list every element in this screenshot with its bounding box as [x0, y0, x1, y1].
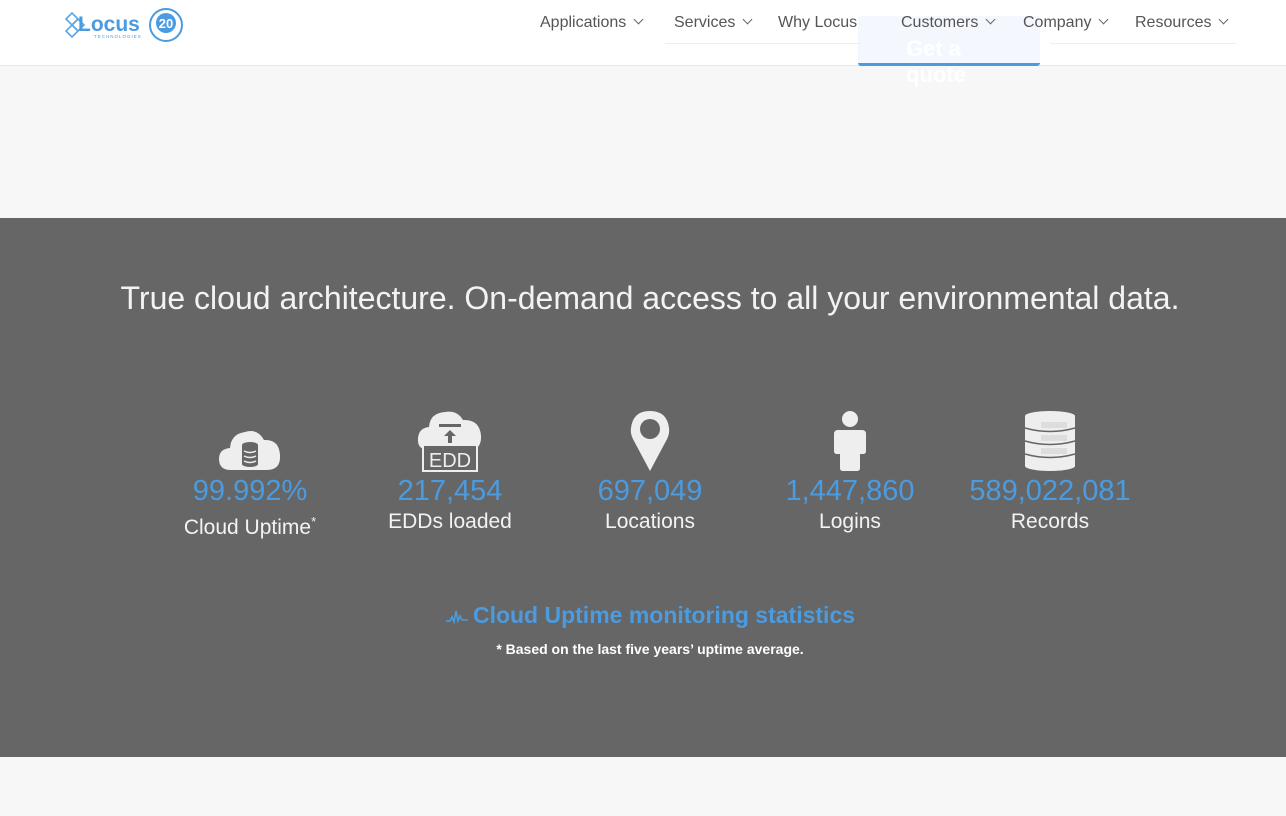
logo-mark-icon: Locus TECHNOLOGIES 20: [64, 8, 183, 42]
stat-label: Cloud Uptime*: [183, 514, 317, 539]
stat-logins: 1,447,860 Logins: [750, 406, 950, 536]
stats-section: True cloud architecture. On-demand acces…: [0, 218, 1286, 757]
logo-subtitle: TECHNOLOGIES: [94, 34, 142, 39]
site-header: Locus TECHNOLOGIES 20 › Get a quote Appl…: [0, 0, 1286, 87]
anniversary-badge: 20: [159, 16, 173, 31]
stat-locations: 697,049 Locations: [550, 406, 750, 536]
map-pin-icon: [550, 406, 750, 472]
nav-divider: [1050, 43, 1236, 44]
pulse-icon: [445, 610, 468, 625]
nav-services[interactable]: Services: [674, 14, 753, 32]
nav-divider: [665, 43, 860, 44]
stat-value: 99.992%: [192, 475, 308, 507]
chevron-down-icon: [1099, 14, 1109, 25]
svg-text:EDD: EDD: [429, 450, 471, 472]
stat-value: 217,454: [397, 475, 503, 507]
nav-applications[interactable]: Applications: [540, 14, 644, 32]
stat-label: Locations: [605, 510, 695, 533]
chevron-down-icon: [985, 14, 996, 25]
stat-value: 1,447,860: [785, 475, 915, 507]
nav-customers[interactable]: Customers: [901, 14, 996, 32]
footnote-mark: *: [311, 514, 317, 529]
logo-wordmark: Locus: [78, 13, 140, 36]
database-icon: [950, 406, 1150, 472]
stat-label: Records: [1010, 510, 1090, 533]
main-nav: Applications Services Why Locus Customer…: [540, 14, 1236, 38]
stat-value: 589,022,081: [969, 475, 1131, 507]
uptime-monitoring-link[interactable]: Cloud Uptime monitoring statistics: [0, 602, 1286, 629]
stat-value: 697,049: [597, 475, 703, 507]
chevron-down-icon: [633, 14, 644, 25]
nav-resources[interactable]: Resources: [1135, 14, 1229, 32]
stat-label: Logins: [819, 510, 881, 533]
stat-cloud-uptime: 99.992% Cloud Uptime*: [150, 406, 350, 542]
person-icon: [750, 406, 950, 472]
stat-label: EDDs loaded: [388, 510, 512, 533]
locus-logo[interactable]: Locus TECHNOLOGIES 20: [64, 7, 186, 43]
cloud-upload-edd-icon: EDD: [350, 406, 550, 472]
cloud-database-icon: [150, 406, 350, 472]
stat-records: 589,022,081 Records: [950, 406, 1150, 536]
chevron-down-icon: [1219, 14, 1229, 25]
uptime-footnote: * Based on the last five years’ uptime a…: [496, 641, 804, 657]
nav-company[interactable]: Company: [1023, 14, 1109, 32]
nav-why-locus[interactable]: Why Locus: [778, 14, 857, 32]
chevron-down-icon: [742, 14, 753, 25]
stat-edds-loaded: EDD 217,454 EDDs loaded: [350, 406, 550, 536]
section-headline: True cloud architecture. On-demand acces…: [120, 280, 1180, 316]
